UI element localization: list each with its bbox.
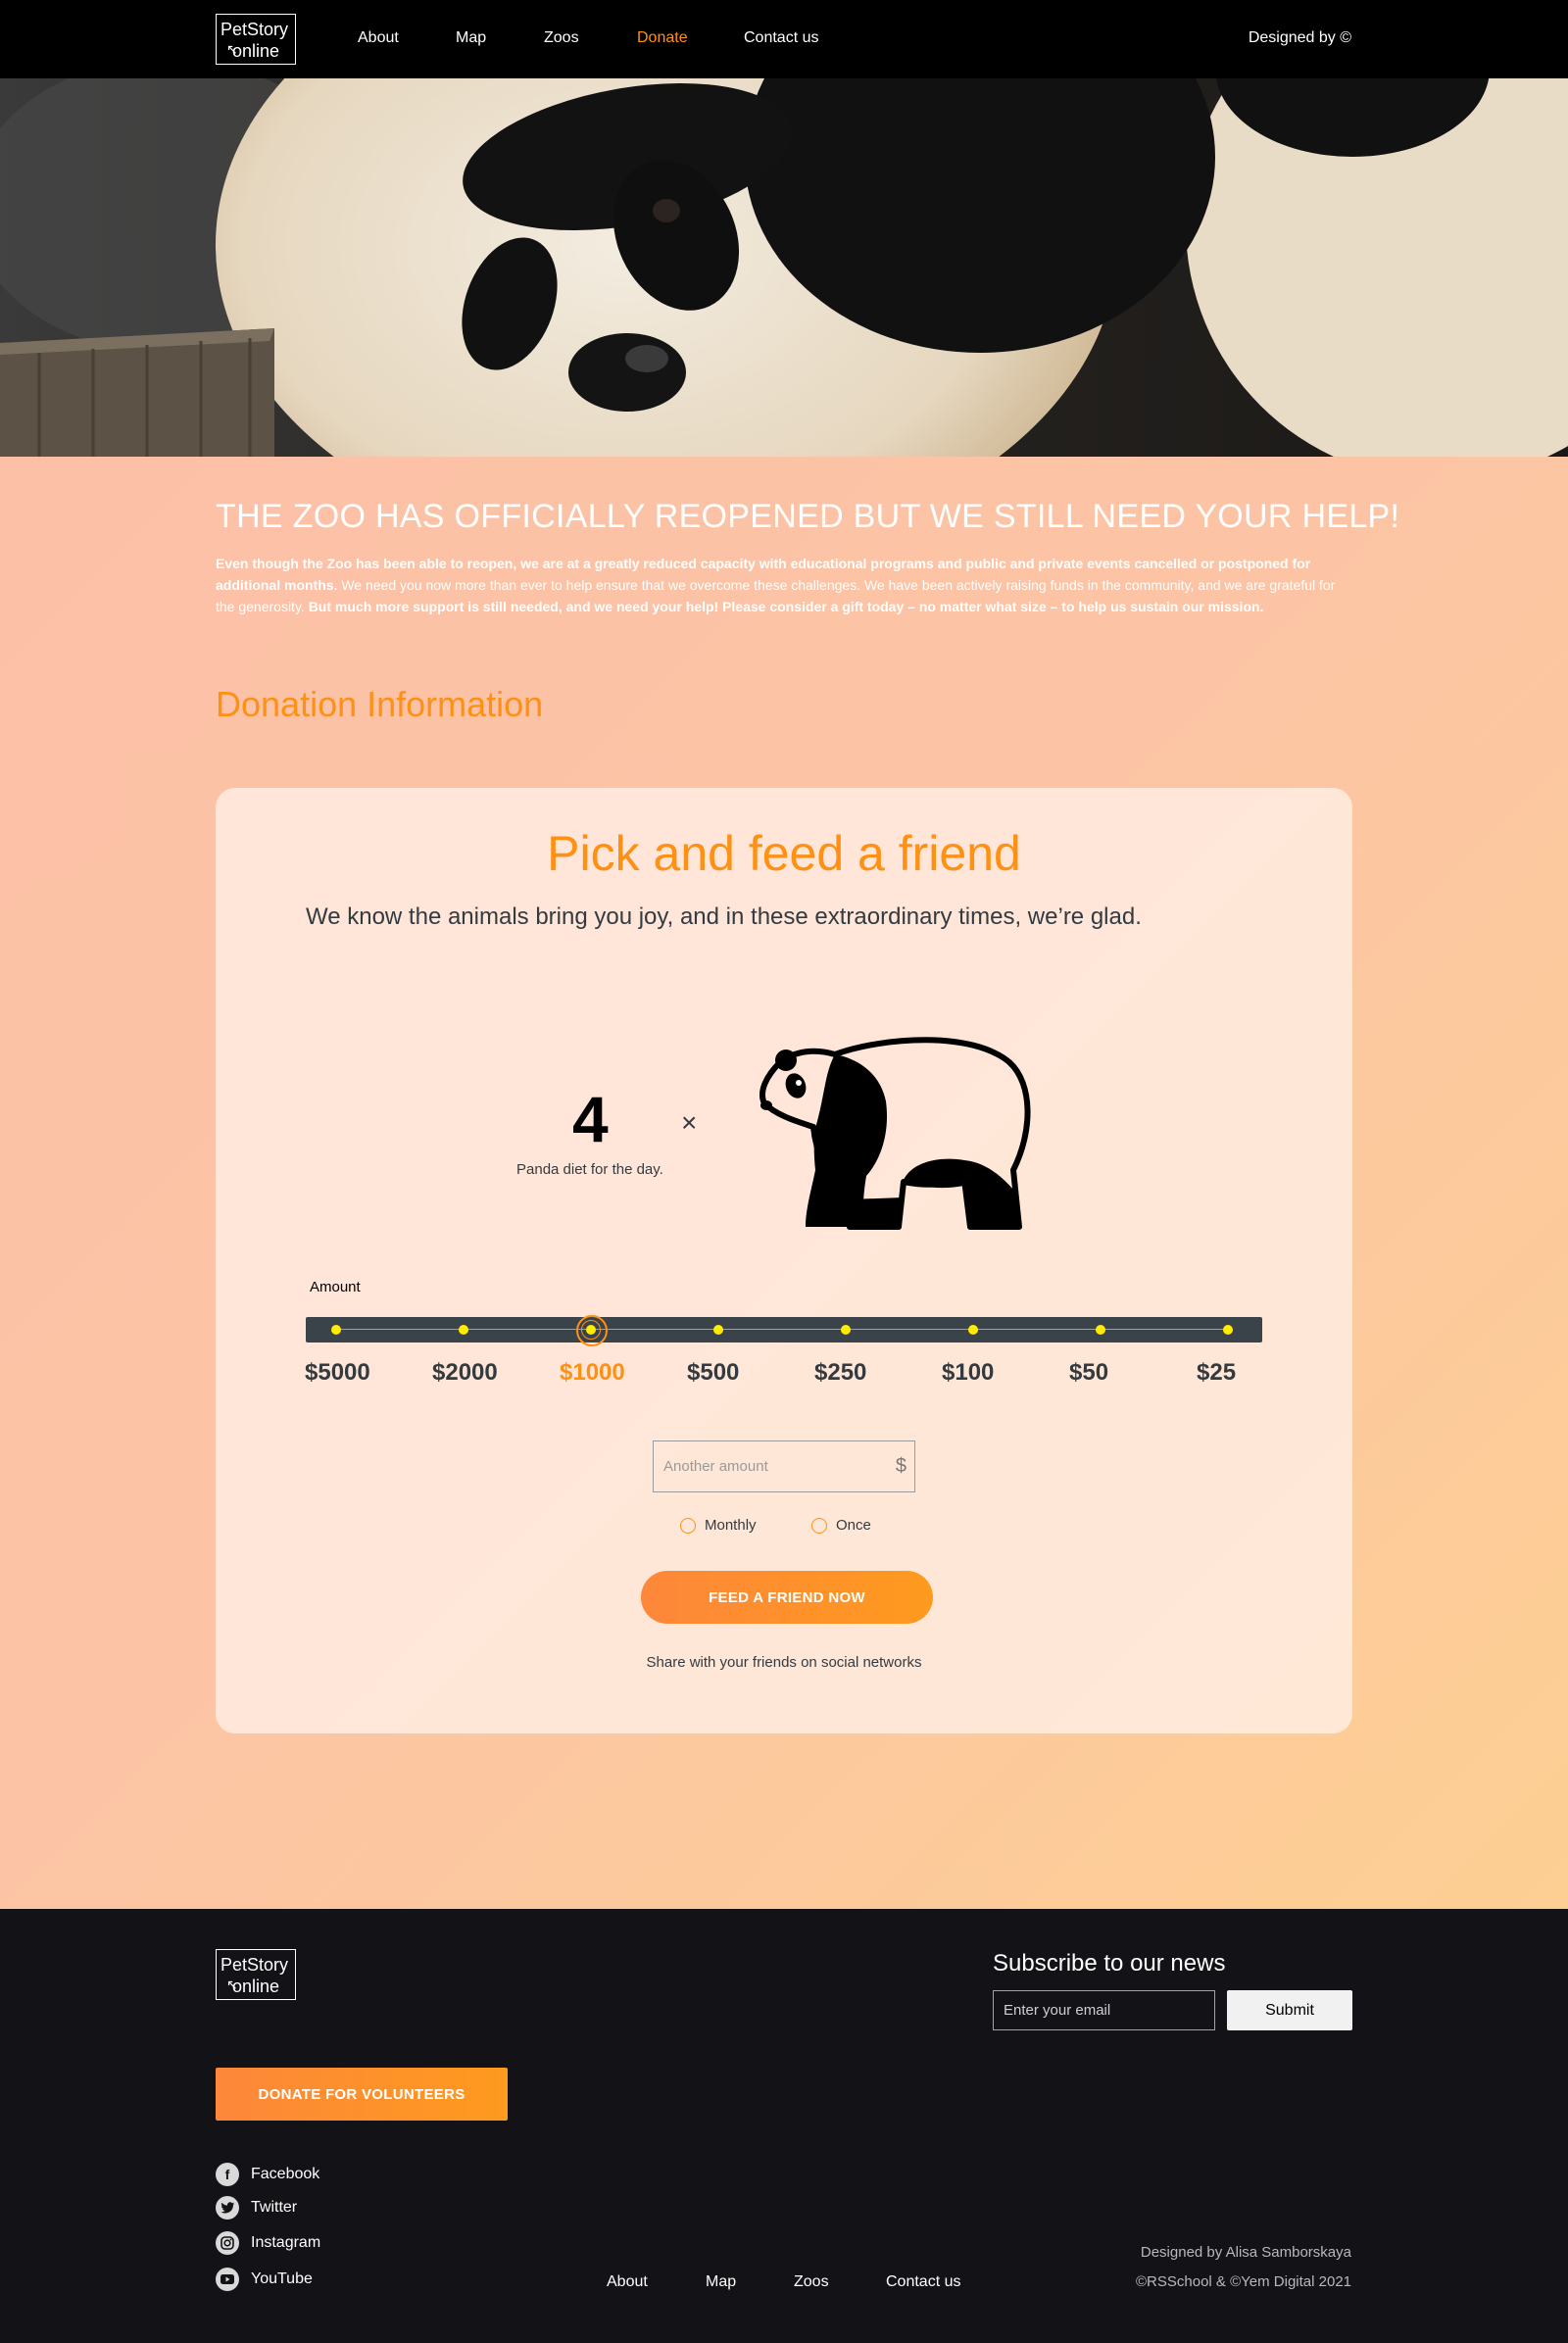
radio-circle-icon[interactable] — [680, 1517, 696, 1534]
logo-line2: online — [232, 41, 280, 61]
subscribe-title: Subscribe to our news — [993, 1950, 1226, 1977]
email-input[interactable] — [993, 1990, 1215, 2030]
amount-option-250[interactable]: $250 — [814, 1359, 866, 1387]
amount-dot-100[interactable] — [968, 1325, 978, 1335]
youtube-icon — [216, 2268, 239, 2291]
amount-dot-2000[interactable] — [459, 1325, 468, 1335]
amount-dot-50[interactable] — [1096, 1325, 1105, 1335]
amount-slider[interactable] — [306, 1315, 1262, 1346]
cursor-icon: ↖ — [226, 1977, 238, 1992]
intro-text: Even though the Zoo has been able to reo… — [216, 556, 1336, 614]
amount-option-100[interactable]: $100 — [942, 1359, 994, 1387]
footer-logo[interactable]: PetStory ↖ online — [216, 1949, 296, 2000]
instagram-icon — [216, 2231, 239, 2255]
diet-count: 4 — [572, 1083, 609, 1155]
footer-nav-about[interactable]: About — [607, 2273, 648, 2291]
designer-credit: Designed by Alisa Samborskaya — [1140, 2244, 1351, 2261]
another-amount-field: $ — [653, 1440, 915, 1492]
radio-once[interactable]: Once — [811, 1517, 871, 1534]
footer-nav-zoos[interactable]: Zoos — [794, 2273, 829, 2291]
dollar-icon: $ — [895, 1455, 906, 1477]
amount-option-25[interactable]: $25 — [1197, 1359, 1236, 1387]
page-title: THE ZOO HAS OFFICIALLY REOPENED BUT WE S… — [216, 498, 1400, 535]
another-amount-input[interactable] — [654, 1441, 869, 1491]
facebook-icon: f — [216, 2163, 239, 2186]
amount-dot-250[interactable] — [841, 1325, 851, 1335]
amount-option-500[interactable]: $500 — [687, 1359, 739, 1387]
site-header: PetStory ↖ online About Map Zoos Donate C… — [0, 0, 1568, 78]
main-content: THE ZOO HAS OFFICIALLY REOPENED BUT WE S… — [0, 457, 1568, 1909]
feed-friend-button[interactable]: FEED A FRIEND NOW — [641, 1571, 933, 1624]
footer-nav-contact[interactable]: Contact us — [886, 2273, 960, 2291]
amount-dot-5000[interactable] — [331, 1325, 341, 1335]
card-subtitle: We know the animals bring you joy, and i… — [306, 903, 1142, 930]
radio-monthly[interactable]: Monthly — [680, 1517, 757, 1534]
cursor-icon: ↖ — [226, 41, 238, 57]
amount-option-1000[interactable]: $1000 — [560, 1359, 625, 1387]
social-facebook[interactable]: f Facebook — [216, 2163, 319, 2186]
radio-circle-icon[interactable] — [811, 1517, 827, 1534]
donation-card: Pick and feed a friend We know the anima… — [216, 788, 1352, 1733]
card-title: Pick and feed a friend — [547, 826, 1021, 881]
social-twitter[interactable]: Twitter — [216, 2196, 297, 2220]
twitter-icon — [216, 2196, 239, 2220]
footer-nav-map[interactable]: Map — [706, 2273, 736, 2291]
times-icon: × — [681, 1107, 698, 1138]
nav-map[interactable]: Map — [456, 29, 486, 47]
donation-heading: Donation Information — [216, 684, 544, 724]
nav-about[interactable]: About — [358, 29, 399, 47]
nav-zoos[interactable]: Zoos — [544, 29, 579, 47]
diet-count-label: Panda diet for the day. — [516, 1161, 663, 1178]
amount-dot-1000[interactable] — [576, 1315, 608, 1346]
nav-contact[interactable]: Contact us — [744, 29, 818, 47]
amount-option-5000[interactable]: $5000 — [305, 1359, 370, 1387]
social-youtube[interactable]: YouTube — [216, 2268, 313, 2291]
site-footer: PetStory ↖online Subscribe to our news S… — [0, 1909, 1568, 2343]
logo[interactable]: PetStory ↖ online — [216, 14, 296, 65]
amount-option-2000[interactable]: $2000 — [432, 1359, 498, 1387]
amount-dot-25[interactable] — [1223, 1325, 1233, 1335]
hero-image — [0, 78, 1568, 457]
nav-donate[interactable]: Donate — [637, 29, 688, 47]
panda-icon — [760, 1037, 1031, 1230]
amount-option-50[interactable]: $50 — [1069, 1359, 1108, 1387]
amount-label: Amount — [310, 1279, 361, 1295]
copyright: ©RSSchool & ©Yem Digital 2021 — [1136, 2273, 1351, 2290]
logo-line1: PetStory — [220, 20, 289, 39]
donate-volunteers-button[interactable]: DONATE FOR VOLUNTEERS — [216, 2068, 508, 2121]
amount-dot-500[interactable] — [713, 1325, 723, 1335]
social-instagram[interactable]: Instagram — [216, 2231, 320, 2255]
submit-button[interactable]: Submit — [1227, 1990, 1352, 2030]
designed-by: Designed by © — [1248, 29, 1351, 46]
share-text: Share with your friends on social networ… — [646, 1654, 922, 1671]
